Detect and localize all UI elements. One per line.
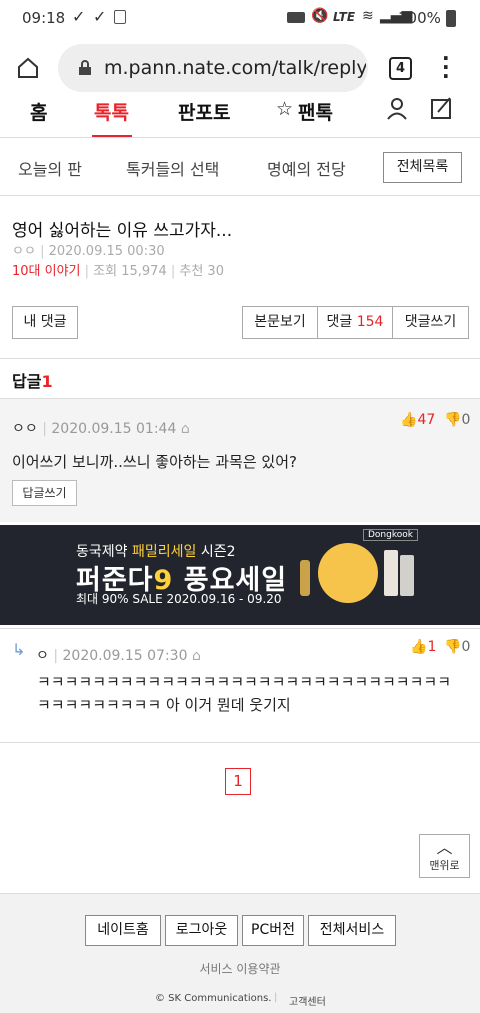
comment-author: ㅇㅇ: [12, 421, 38, 437]
status-bar: 09:18 ✓ ✓ 🔇 LTE ≋ ▂▄▆ 100%: [0, 0, 480, 36]
my-comments-button[interactable]: 내 댓글: [12, 306, 78, 339]
reply-likes: 1: [427, 639, 437, 655]
reply-text-line1: ㅋㅋㅋㅋㅋㅋㅋㅋㅋㅋㅋㅋㅋㅋㅋㅋㅋㅋㅋㅋㅋㅋㅋㅋㅋㅋㅋㅋㅋㅋ: [37, 673, 452, 691]
reply-author: ㅇ: [36, 648, 49, 664]
subnav-hall-of-fame[interactable]: 명예의 전당: [267, 156, 346, 180]
ad-moon-illustration: [318, 543, 378, 603]
nav-photo[interactable]: 판포토: [178, 98, 230, 125]
chevron-up-icon: ︿: [436, 838, 453, 857]
subnav-today[interactable]: 오늘의 판: [18, 156, 82, 180]
reply-date: 2020.09.15 07:30: [62, 648, 188, 664]
ad-product-bottle: [300, 560, 310, 596]
ad-product-box: [384, 550, 398, 596]
mute-icon: 🔇: [311, 8, 329, 24]
footer-pc-version-button[interactable]: PC버전: [242, 915, 304, 946]
footer-logout-button[interactable]: 로그아웃: [165, 915, 238, 946]
reply-like[interactable]: 👍1: [410, 639, 436, 655]
reply-text-line2: ㅋㅋㅋㅋㅋㅋㅋㅋㅋ 아 이거 뭔데 웃기지: [37, 696, 291, 714]
comment-meta: ㅇㅇ | 2020.09.15 01:44 ⌂: [12, 421, 190, 437]
scroll-to-top-button[interactable]: ︿ 맨위로: [419, 834, 470, 878]
copyright: © SK Communications.: [155, 993, 272, 1004]
post-author: ㅇㅇ: [12, 244, 36, 259]
tab-switcher-button[interactable]: 4: [389, 57, 412, 80]
comment-dislike[interactable]: 👎0: [444, 412, 470, 428]
wifi-icon: ≋: [362, 8, 374, 24]
thumbs-down-icon: 👎: [444, 639, 462, 655]
comments-button[interactable]: 댓글 154: [317, 306, 393, 339]
comment-date: 2020.09.15 01:44: [51, 421, 177, 437]
main-nav: 홈 톡톡 판포토 ☆ 팬톡: [0, 97, 480, 138]
reply-dislikes: 0: [461, 639, 471, 655]
ad-product-box: [400, 555, 414, 596]
reply-arrow-icon: ↳: [12, 640, 26, 659]
post-category[interactable]: 10대 이야기: [12, 264, 81, 279]
comment-like[interactable]: 👍47: [400, 412, 435, 428]
divider: [0, 742, 480, 743]
user-icon[interactable]: [385, 96, 409, 120]
nav-toktok[interactable]: 톡톡: [94, 98, 129, 125]
lte-icon: LTE: [333, 10, 356, 24]
url-text[interactable]: m.pann.nate.com/talk/reply: [104, 57, 366, 79]
post-meta: ㅇㅇ | 2020.09.15 00:30: [12, 244, 165, 259]
app-notification-icon: [114, 10, 126, 24]
star-icon: ☆: [276, 98, 294, 120]
reply-count: 1: [41, 372, 53, 391]
active-tab-indicator: [92, 135, 132, 137]
clock: 09:18: [22, 9, 66, 27]
scroll-to-top-label: 맨위로: [429, 859, 460, 872]
lock-icon[interactable]: [78, 60, 92, 76]
post-date: 2020.09.15 00:30: [48, 244, 165, 259]
customer-center-link[interactable]: 고객센터: [289, 993, 326, 1008]
nav-fantok[interactable]: 팬톡: [298, 98, 333, 125]
home-icon[interactable]: [16, 56, 40, 80]
reply-meta: ㅇ | 2020.09.15 07:30 ⌂: [36, 648, 201, 664]
comment-likes: 47: [417, 412, 436, 428]
subnav-best[interactable]: 톡커들의 선택: [126, 156, 219, 180]
comments-count: 154: [356, 314, 384, 330]
footer-nate-home-button[interactable]: 네이트홈: [85, 915, 161, 946]
view-post-button[interactable]: 본문보기: [242, 306, 318, 339]
divider: [0, 358, 480, 359]
nfc-icon: [287, 12, 305, 23]
comments-label: 댓글: [326, 314, 353, 330]
thumbs-up-icon: 👍: [410, 639, 428, 655]
post-title: 영어 싫어하는 이유 쓰고가자...: [12, 221, 233, 241]
check-icon: ✓: [93, 7, 107, 26]
footer-separator: |: [274, 992, 278, 1003]
reply-button[interactable]: 답글쓰기: [12, 480, 77, 506]
nav-home[interactable]: 홈: [30, 98, 47, 125]
write-icon[interactable]: [430, 96, 454, 120]
comment-dislikes: 0: [461, 412, 471, 428]
ad-brand-logo: Dongkook: [363, 529, 418, 541]
post-recommends: 추천 30: [179, 264, 224, 279]
terms-link[interactable]: 서비스 이용약관: [0, 960, 480, 977]
write-comment-button[interactable]: 댓글쓰기: [392, 306, 469, 339]
comment-text: 이어쓰기 보니까..쓰니 좋아하는 과목은 있어?: [12, 453, 297, 471]
page-1-button[interactable]: 1: [225, 768, 251, 795]
thumbs-down-icon: 👎: [444, 412, 462, 428]
battery-icon: [446, 10, 456, 27]
check-icon: ✓: [72, 7, 86, 26]
report-icon[interactable]: ⌂: [181, 421, 190, 437]
all-list-button[interactable]: 전체목록: [383, 152, 462, 183]
battery-level: 100%: [398, 9, 441, 27]
browser-toolbar: m.pann.nate.com/talk/reply 4 · · ·: [0, 36, 480, 100]
post-stats: 10대 이야기 | 조회 15,974 | 추천 30: [12, 264, 224, 279]
footer-all-services-button[interactable]: 전체서비스: [308, 915, 396, 946]
thumbs-up-icon: 👍: [400, 412, 418, 428]
reply-label: 답글: [12, 372, 42, 391]
reply-section-title: 답글1: [12, 368, 53, 392]
reply-dislike[interactable]: 👎0: [444, 639, 470, 655]
post-views: 조회 15,974: [93, 264, 167, 279]
divider: [0, 628, 480, 629]
report-icon[interactable]: ⌂: [192, 648, 201, 664]
ad-line3: 최대 90% SALE 2020.09.16 - 09.20: [76, 592, 282, 606]
more-menu-icon[interactable]: · · ·: [442, 48, 450, 86]
